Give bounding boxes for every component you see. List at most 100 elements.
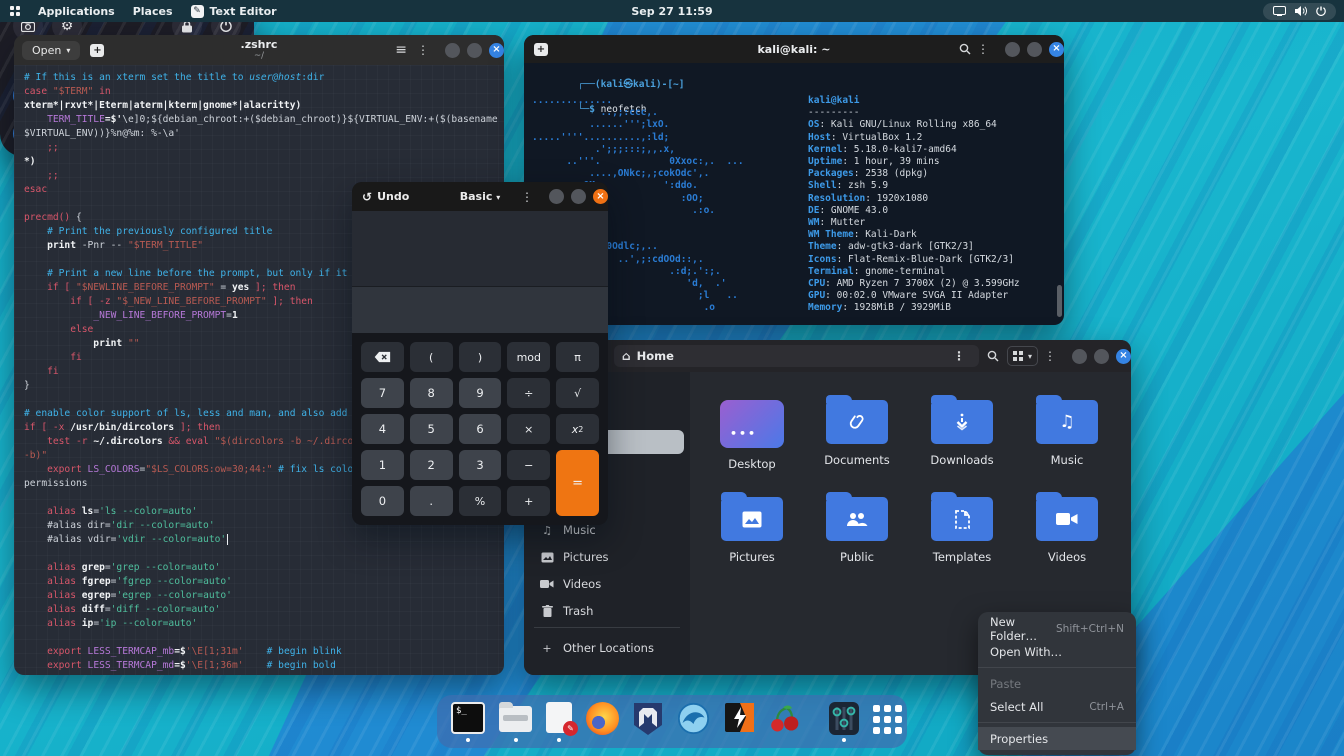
calculator-minimize-button[interactable] (549, 189, 564, 204)
calc-key-0[interactable]: 0 (361, 486, 404, 516)
dock-item-app-grid[interactable] (873, 702, 902, 742)
dock-item-wireshark[interactable] (677, 702, 710, 742)
dock-item-burpsuite[interactable] (724, 702, 755, 742)
calc-key-paren-open[interactable]: ( (409, 342, 453, 372)
calc-key-5[interactable]: 5 (409, 414, 453, 444)
context-menu-item-select-all[interactable]: Select All Ctrl+A (978, 695, 1136, 718)
folder-videos[interactable]: Videos (1017, 492, 1117, 564)
calc-key-subtract[interactable]: − (507, 450, 551, 480)
focused-app-menu[interactable]: ✎ Text Editor (190, 4, 277, 18)
folder-downloads[interactable]: Downloads (912, 395, 1012, 467)
calculator-close-button[interactable]: × (593, 189, 608, 204)
neofetch-line: CPU: AMD Ryzen 7 3700X (2) @ 3.599GHz (808, 278, 1020, 290)
files-maximize-button[interactable] (1094, 348, 1109, 364)
app-grid-icon (873, 704, 902, 734)
folder-documents[interactable]: Documents (807, 395, 907, 467)
code-line: #alias vdir='vdir --color=auto' (24, 534, 229, 545)
context-menu-item-new-folder[interactable]: New Folder… Shift+Ctrl+N (978, 614, 1136, 643)
hamburger-menu-icon[interactable]: ≡ (391, 42, 411, 58)
folder-desktop[interactable]: ••• Desktop (702, 400, 802, 471)
files-minimize-button[interactable] (1072, 348, 1087, 364)
text-cursor (227, 534, 229, 545)
folder-pictures[interactable]: Pictures (702, 492, 802, 564)
calc-key-2[interactable]: 2 (409, 450, 453, 480)
menu-applications[interactable]: Applications (38, 5, 115, 18)
calc-key-multiply[interactable]: × (507, 414, 551, 444)
maximize-button[interactable] (467, 42, 482, 58)
terminal-menu-icon[interactable]: ⋮ (971, 42, 995, 56)
menu-places[interactable]: Places (133, 5, 173, 18)
new-tab-icon[interactable]: + (90, 43, 105, 57)
dock-item-metasploit[interactable] (633, 702, 663, 742)
terminal-scrollbar[interactable] (1057, 285, 1062, 317)
system-status-area[interactable] (1263, 2, 1336, 20)
undo-button[interactable]: ↺ Undo (362, 190, 409, 204)
sidebar-item-videos[interactable]: Videos (530, 572, 684, 596)
chevron-down-icon: ▾ (1027, 351, 1032, 361)
context-menu-item-properties[interactable]: Properties (978, 727, 1136, 750)
folder-music[interactable]: ♫ Music (1017, 395, 1117, 467)
calc-key-pi[interactable]: π (556, 342, 599, 372)
calculator-headerbar[interactable]: ↺ Undo Basic ▾ ⋮ × (352, 182, 608, 211)
calc-key-sqrt[interactable]: √ (556, 378, 599, 408)
calculator-entry-field[interactable] (352, 287, 608, 333)
calculator-menu-icon[interactable]: ⋮ (515, 190, 539, 204)
calc-key-square[interactable]: x2 (556, 414, 599, 444)
activities-grid-icon[interactable] (10, 6, 20, 16)
open-button[interactable]: Open ▾ (22, 40, 81, 60)
minimize-button[interactable] (445, 42, 460, 58)
calc-key-decimal[interactable]: . (409, 486, 453, 516)
calc-key-divide[interactable]: ÷ (507, 378, 551, 408)
terminal-new-tab-icon[interactable]: + (534, 42, 548, 56)
terminal-headerbar[interactable]: + kali@kali: ~ ⋮ × (524, 35, 1064, 63)
terminal-minimize-button[interactable] (1005, 41, 1020, 57)
terminal-close-button[interactable]: × (1049, 41, 1064, 57)
neofetch-line: Uptime: 1 hour, 39 mins (808, 156, 940, 168)
dock-item-firefox[interactable] (586, 701, 619, 742)
calc-key-mod[interactable]: mod (507, 342, 551, 372)
context-menu-item-open-with[interactable]: Open With… (978, 640, 1136, 663)
folder-public[interactable]: Public (807, 492, 907, 564)
files-search-icon[interactable] (987, 350, 999, 362)
calc-key-3[interactable]: 3 (458, 450, 502, 480)
calc-key-4[interactable]: 4 (361, 414, 404, 444)
calc-key-paren-close[interactable]: ) (458, 342, 502, 372)
calc-key-8[interactable]: 8 (409, 378, 453, 408)
calc-key-equals[interactable]: = (556, 450, 599, 516)
dock-item-files[interactable] (499, 701, 532, 742)
files-headerbar[interactable]: ⌂ Home ⋮ ▾ ⋮ × (524, 340, 1131, 372)
calc-key-add[interactable]: + (507, 486, 551, 516)
editor-menu-icon[interactable]: ⋮ (411, 43, 435, 57)
folder-label: Videos (1047, 550, 1087, 564)
close-button[interactable]: × (489, 42, 504, 58)
calc-key-9[interactable]: 9 (458, 378, 502, 408)
clock[interactable]: Sep 27 11:59 (631, 5, 712, 18)
terminal-maximize-button[interactable] (1027, 41, 1042, 57)
calc-key-percent[interactable]: % (458, 486, 502, 516)
focused-app-label: Text Editor (209, 4, 277, 18)
path-menu-icon[interactable]: ⋮ (947, 349, 971, 363)
sidebar-item-trash[interactable]: Trash (530, 599, 684, 623)
dock-item-terminal[interactable]: $_ (451, 701, 485, 742)
dock-item-text-editor[interactable]: ✎ (546, 701, 578, 742)
text-editor-headerbar[interactable]: Open ▾ + .zshrc ~/ ≡ ⋮ × (14, 35, 504, 65)
view-toggle[interactable]: ▾ (1006, 346, 1038, 366)
calc-key-6[interactable]: 6 (458, 414, 502, 444)
path-bar[interactable]: ⌂ Home ⋮ (614, 345, 979, 367)
dock-item-tweaks[interactable] (829, 701, 859, 742)
files-close-button[interactable]: × (1116, 348, 1131, 364)
sidebar-item-pictures[interactable]: Pictures (530, 545, 684, 569)
context-menu-item-label: New Folder… (990, 614, 1038, 643)
chevron-down-icon: ▾ (496, 193, 501, 202)
calc-key-7[interactable]: 7 (361, 378, 404, 408)
calc-key-backspace[interactable] (361, 342, 404, 372)
sidebar-item-other-locations[interactable]: + Other Locations (530, 636, 684, 660)
code-line: alias diff='diff --color=auto' (24, 604, 221, 615)
calculator-mode-dropdown[interactable]: Basic ▾ (460, 190, 501, 203)
terminal-search-icon[interactable] (959, 43, 971, 55)
files-menu-icon[interactable]: ⋮ (1038, 349, 1062, 363)
calculator-maximize-button[interactable] (571, 189, 586, 204)
folder-templates[interactable]: Templates (912, 492, 1012, 564)
calc-key-1[interactable]: 1 (361, 450, 404, 480)
dock-item-cherrytree[interactable] (769, 702, 801, 742)
